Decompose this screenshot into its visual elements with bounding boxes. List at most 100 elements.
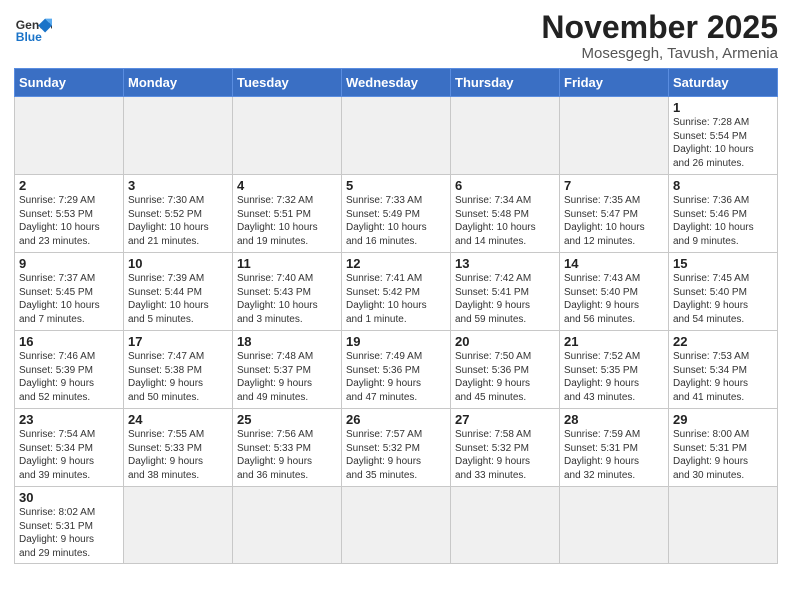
day-number: 22 xyxy=(673,334,773,349)
day-info: Sunrise: 7:30 AM Sunset: 5:52 PM Dayligh… xyxy=(128,194,228,248)
calendar-cell: 2Sunrise: 7:29 AM Sunset: 5:53 PM Daylig… xyxy=(15,175,124,253)
day-number: 3 xyxy=(128,178,228,193)
calendar-cell xyxy=(451,487,560,564)
day-number: 14 xyxy=(564,256,664,271)
day-info: Sunrise: 8:00 AM Sunset: 5:31 PM Dayligh… xyxy=(673,428,773,482)
day-number: 27 xyxy=(455,412,555,427)
day-info: Sunrise: 8:02 AM Sunset: 5:31 PM Dayligh… xyxy=(19,506,119,560)
generalblue-icon: General Blue xyxy=(14,10,52,48)
day-number: 17 xyxy=(128,334,228,349)
calendar-header-monday: Monday xyxy=(124,69,233,97)
day-number: 18 xyxy=(237,334,337,349)
day-info: Sunrise: 7:41 AM Sunset: 5:42 PM Dayligh… xyxy=(346,272,446,326)
calendar-cell xyxy=(342,487,451,564)
calendar-cell: 10Sunrise: 7:39 AM Sunset: 5:44 PM Dayli… xyxy=(124,253,233,331)
calendar-cell xyxy=(233,97,342,175)
calendar-header-saturday: Saturday xyxy=(669,69,778,97)
calendar-cell xyxy=(560,487,669,564)
day-info: Sunrise: 7:42 AM Sunset: 5:41 PM Dayligh… xyxy=(455,272,555,326)
calendar-cell: 23Sunrise: 7:54 AM Sunset: 5:34 PM Dayli… xyxy=(15,409,124,487)
calendar-cell: 4Sunrise: 7:32 AM Sunset: 5:51 PM Daylig… xyxy=(233,175,342,253)
day-info: Sunrise: 7:48 AM Sunset: 5:37 PM Dayligh… xyxy=(237,350,337,404)
calendar-cell: 22Sunrise: 7:53 AM Sunset: 5:34 PM Dayli… xyxy=(669,331,778,409)
day-info: Sunrise: 7:54 AM Sunset: 5:34 PM Dayligh… xyxy=(19,428,119,482)
day-number: 26 xyxy=(346,412,446,427)
day-number: 9 xyxy=(19,256,119,271)
day-info: Sunrise: 7:49 AM Sunset: 5:36 PM Dayligh… xyxy=(346,350,446,404)
day-info: Sunrise: 7:39 AM Sunset: 5:44 PM Dayligh… xyxy=(128,272,228,326)
calendar-cell: 15Sunrise: 7:45 AM Sunset: 5:40 PM Dayli… xyxy=(669,253,778,331)
calendar-cell: 25Sunrise: 7:56 AM Sunset: 5:33 PM Dayli… xyxy=(233,409,342,487)
calendar-cell: 3Sunrise: 7:30 AM Sunset: 5:52 PM Daylig… xyxy=(124,175,233,253)
day-number: 5 xyxy=(346,178,446,193)
calendar-header-wednesday: Wednesday xyxy=(342,69,451,97)
day-info: Sunrise: 7:55 AM Sunset: 5:33 PM Dayligh… xyxy=(128,428,228,482)
day-number: 21 xyxy=(564,334,664,349)
day-number: 15 xyxy=(673,256,773,271)
calendar-cell xyxy=(124,97,233,175)
day-number: 1 xyxy=(673,100,773,115)
calendar-cell xyxy=(124,487,233,564)
calendar-cell: 16Sunrise: 7:46 AM Sunset: 5:39 PM Dayli… xyxy=(15,331,124,409)
calendar-cell xyxy=(233,487,342,564)
day-number: 4 xyxy=(237,178,337,193)
calendar-cell xyxy=(451,97,560,175)
day-number: 30 xyxy=(19,490,119,505)
day-number: 20 xyxy=(455,334,555,349)
calendar-cell: 24Sunrise: 7:55 AM Sunset: 5:33 PM Dayli… xyxy=(124,409,233,487)
day-number: 6 xyxy=(455,178,555,193)
day-number: 8 xyxy=(673,178,773,193)
calendar-cell: 29Sunrise: 8:00 AM Sunset: 5:31 PM Dayli… xyxy=(669,409,778,487)
calendar-header-row: SundayMondayTuesdayWednesdayThursdayFrid… xyxy=(15,69,778,97)
calendar-week-4: 16Sunrise: 7:46 AM Sunset: 5:39 PM Dayli… xyxy=(15,331,778,409)
calendar-cell: 26Sunrise: 7:57 AM Sunset: 5:32 PM Dayli… xyxy=(342,409,451,487)
calendar-cell xyxy=(15,97,124,175)
day-info: Sunrise: 7:52 AM Sunset: 5:35 PM Dayligh… xyxy=(564,350,664,404)
day-number: 2 xyxy=(19,178,119,193)
calendar-cell xyxy=(669,487,778,564)
page: General Blue November 2025 Mosesgegh, Ta… xyxy=(0,0,792,574)
day-info: Sunrise: 7:29 AM Sunset: 5:53 PM Dayligh… xyxy=(19,194,119,248)
day-info: Sunrise: 7:36 AM Sunset: 5:46 PM Dayligh… xyxy=(673,194,773,248)
day-info: Sunrise: 7:59 AM Sunset: 5:31 PM Dayligh… xyxy=(564,428,664,482)
day-info: Sunrise: 7:35 AM Sunset: 5:47 PM Dayligh… xyxy=(564,194,664,248)
day-number: 28 xyxy=(564,412,664,427)
calendar-week-6: 30Sunrise: 8:02 AM Sunset: 5:31 PM Dayli… xyxy=(15,487,778,564)
calendar-table: SundayMondayTuesdayWednesdayThursdayFrid… xyxy=(14,68,778,564)
calendar-cell: 18Sunrise: 7:48 AM Sunset: 5:37 PM Dayli… xyxy=(233,331,342,409)
day-number: 7 xyxy=(564,178,664,193)
calendar-cell: 17Sunrise: 7:47 AM Sunset: 5:38 PM Dayli… xyxy=(124,331,233,409)
calendar-header-sunday: Sunday xyxy=(15,69,124,97)
day-info: Sunrise: 7:28 AM Sunset: 5:54 PM Dayligh… xyxy=(673,116,773,170)
day-number: 13 xyxy=(455,256,555,271)
day-number: 10 xyxy=(128,256,228,271)
calendar-cell: 13Sunrise: 7:42 AM Sunset: 5:41 PM Dayli… xyxy=(451,253,560,331)
title-block: November 2025 Mosesgegh, Tavush, Armenia xyxy=(541,10,778,62)
calendar-cell: 21Sunrise: 7:52 AM Sunset: 5:35 PM Dayli… xyxy=(560,331,669,409)
day-number: 29 xyxy=(673,412,773,427)
calendar-cell xyxy=(342,97,451,175)
calendar-cell: 9Sunrise: 7:37 AM Sunset: 5:45 PM Daylig… xyxy=(15,253,124,331)
day-info: Sunrise: 7:43 AM Sunset: 5:40 PM Dayligh… xyxy=(564,272,664,326)
day-number: 16 xyxy=(19,334,119,349)
calendar-cell: 27Sunrise: 7:58 AM Sunset: 5:32 PM Dayli… xyxy=(451,409,560,487)
calendar-cell xyxy=(560,97,669,175)
location: Mosesgegh, Tavush, Armenia xyxy=(541,45,778,62)
day-info: Sunrise: 7:57 AM Sunset: 5:32 PM Dayligh… xyxy=(346,428,446,482)
svg-text:Blue: Blue xyxy=(16,30,42,44)
calendar-week-1: 1Sunrise: 7:28 AM Sunset: 5:54 PM Daylig… xyxy=(15,97,778,175)
day-number: 12 xyxy=(346,256,446,271)
day-number: 23 xyxy=(19,412,119,427)
day-info: Sunrise: 7:58 AM Sunset: 5:32 PM Dayligh… xyxy=(455,428,555,482)
calendar-week-2: 2Sunrise: 7:29 AM Sunset: 5:53 PM Daylig… xyxy=(15,175,778,253)
header: General Blue November 2025 Mosesgegh, Ta… xyxy=(14,10,778,62)
calendar-cell: 28Sunrise: 7:59 AM Sunset: 5:31 PM Dayli… xyxy=(560,409,669,487)
calendar-cell: 12Sunrise: 7:41 AM Sunset: 5:42 PM Dayli… xyxy=(342,253,451,331)
day-info: Sunrise: 7:45 AM Sunset: 5:40 PM Dayligh… xyxy=(673,272,773,326)
day-info: Sunrise: 7:46 AM Sunset: 5:39 PM Dayligh… xyxy=(19,350,119,404)
calendar-cell: 19Sunrise: 7:49 AM Sunset: 5:36 PM Dayli… xyxy=(342,331,451,409)
day-info: Sunrise: 7:34 AM Sunset: 5:48 PM Dayligh… xyxy=(455,194,555,248)
day-info: Sunrise: 7:33 AM Sunset: 5:49 PM Dayligh… xyxy=(346,194,446,248)
day-info: Sunrise: 7:56 AM Sunset: 5:33 PM Dayligh… xyxy=(237,428,337,482)
day-info: Sunrise: 7:50 AM Sunset: 5:36 PM Dayligh… xyxy=(455,350,555,404)
